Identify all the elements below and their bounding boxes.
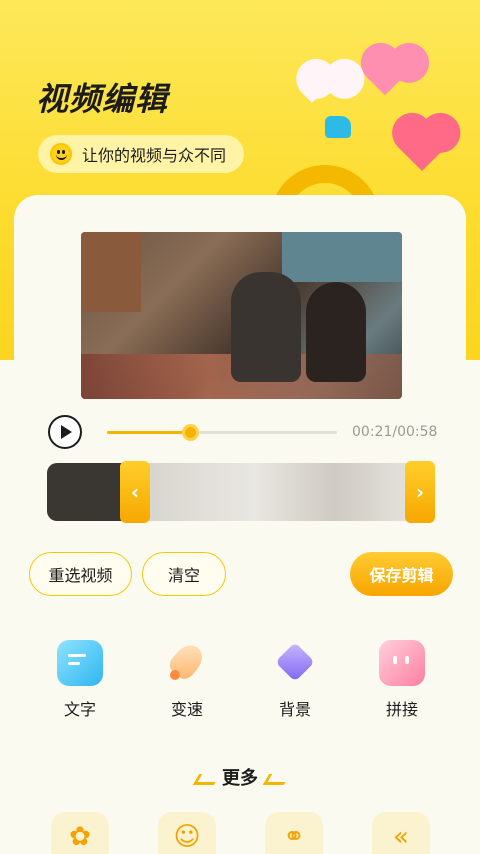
page-title: 视频编辑 (36, 80, 169, 118)
tagline-text: 让你的视频与众不同 (82, 146, 227, 165)
smile-icon (50, 143, 72, 165)
tool-background[interactable]: 背景 (255, 640, 335, 720)
heart-decoration-icon (397, 122, 447, 172)
rewind-icon[interactable]: « (372, 812, 430, 854)
more-label: 更多 (222, 768, 258, 789)
tagline-badge: 让你的视频与众不同 (38, 135, 245, 173)
save-edit-button[interactable]: 保存剪辑 (350, 552, 453, 596)
flower-icon[interactable]: ✿ (51, 812, 109, 854)
time-readout: 00:21/00:58 (352, 424, 438, 440)
trim-handle-left[interactable]: ‹ (120, 461, 150, 523)
heart-decoration-icon (366, 58, 404, 96)
zigzag-icon (196, 774, 214, 784)
reselect-video-button[interactable]: 重选视频 (29, 552, 132, 596)
tool-text[interactable]: 文字 (40, 640, 120, 720)
tool-label: 文字 (63, 700, 96, 719)
smiley-icon[interactable]: ☺ (158, 812, 216, 854)
progress-slider[interactable] (107, 424, 337, 441)
video-preview[interactable] (81, 232, 402, 399)
tool-label: 背景 (278, 700, 311, 719)
paint-bucket-icon (272, 640, 318, 686)
tool-label: 拼接 (385, 700, 418, 719)
chevron-left-icon: ‹ (130, 480, 140, 504)
thumbs-up-icon (325, 116, 351, 138)
heart-decoration-icon (302, 83, 322, 103)
splice-icon (379, 640, 425, 686)
timeline-strip[interactable] (47, 463, 435, 521)
tool-label: 变速 (170, 700, 203, 719)
tool-splice[interactable]: 拼接 (362, 640, 442, 720)
clear-button[interactable]: 清空 (142, 552, 226, 596)
tool-speed[interactable]: 变速 (147, 639, 227, 720)
zigzag-icon (266, 774, 284, 784)
progress-fill (107, 431, 190, 434)
trim-handle-right[interactable]: › (405, 461, 435, 523)
link-icon[interactable]: ⚭ (265, 812, 323, 854)
text-icon (57, 640, 103, 686)
play-button[interactable] (48, 415, 82, 449)
chevron-right-icon: › (415, 480, 425, 504)
more-section-header[interactable]: 更多 (0, 764, 480, 790)
rocket-icon (164, 639, 210, 686)
timeline-selection (147, 463, 415, 521)
progress-thumb[interactable] (181, 424, 199, 441)
